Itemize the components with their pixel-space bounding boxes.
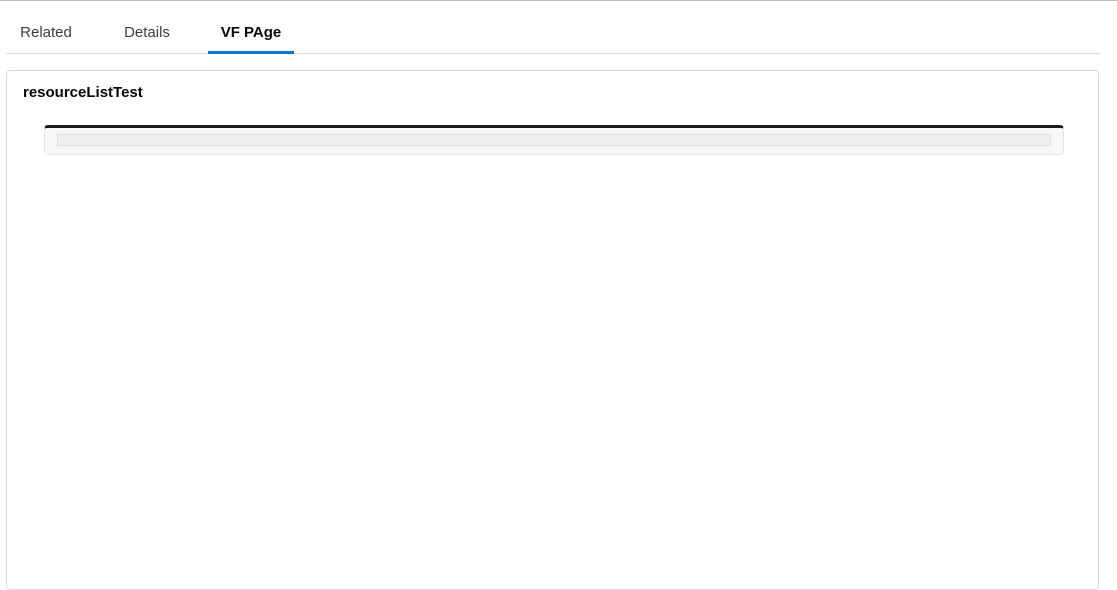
tab-related-label: Related	[20, 24, 72, 41]
active-tab-indicator	[208, 51, 294, 54]
visualforce-content-placeholder	[57, 134, 1051, 146]
tab-details[interactable]: Details	[114, 15, 180, 53]
tab-vf-page[interactable]: VF PAge	[208, 15, 294, 54]
panel-title: resourceListTest	[23, 84, 143, 101]
visualforce-frame	[44, 125, 1064, 155]
tab-details-label: Details	[124, 24, 170, 41]
tab-vf-page-label: VF PAge	[220, 24, 282, 41]
vf-page-panel: resourceListTest	[6, 70, 1099, 590]
tab-bar: Related Details VF PAge	[6, 15, 1101, 54]
top-divider	[0, 0, 1117, 1]
tab-related[interactable]: Related	[6, 15, 86, 53]
